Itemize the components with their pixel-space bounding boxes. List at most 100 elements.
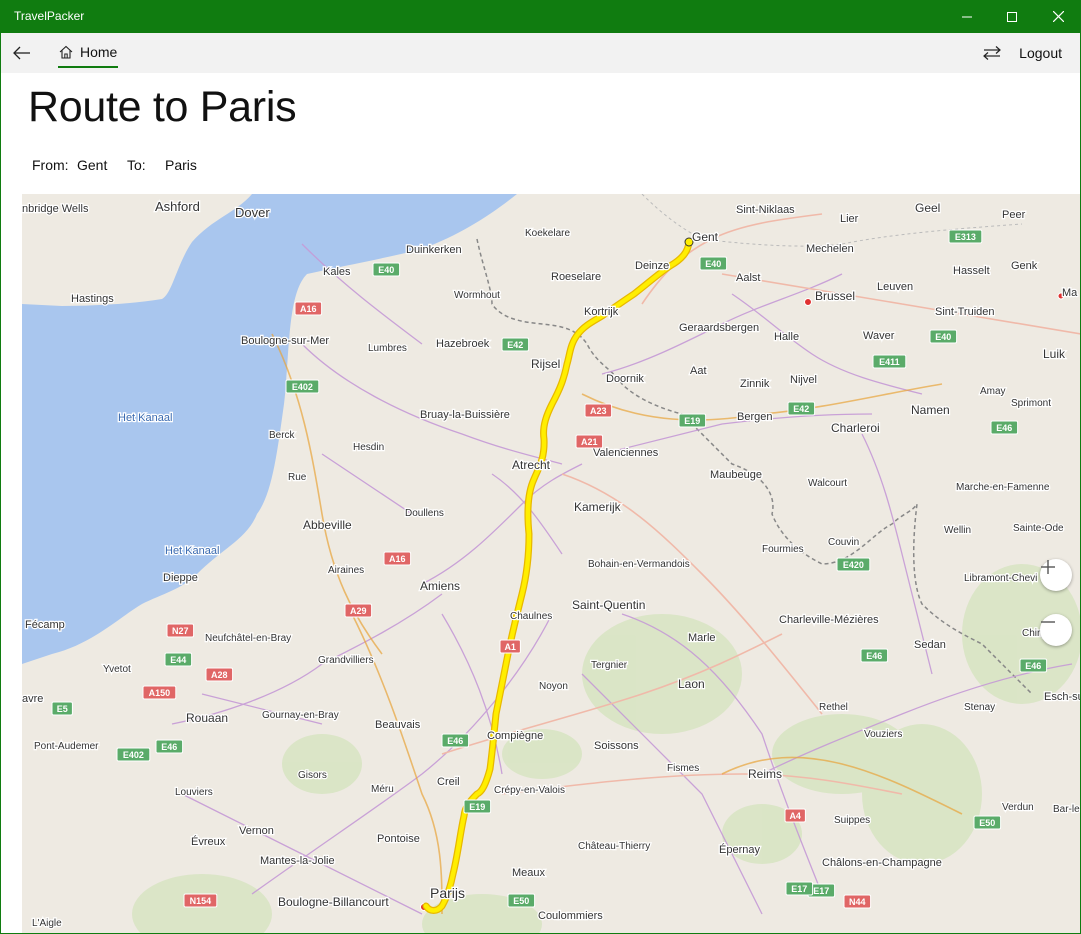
road-shield-label: E411 bbox=[879, 357, 900, 367]
map-label: Deinze bbox=[635, 260, 669, 272]
to-label: To: bbox=[127, 157, 146, 173]
map-label: Hazebroek bbox=[436, 338, 490, 350]
road-shield-label: E402 bbox=[292, 382, 313, 392]
map-label: Luik bbox=[1043, 347, 1066, 361]
map-label: Compiègne bbox=[487, 730, 543, 742]
road-shield: A1 bbox=[499, 639, 521, 654]
title-bar[interactable]: TravelPacker bbox=[1, 0, 1080, 33]
road-shield: N44 bbox=[843, 894, 872, 909]
map-label: Suippes bbox=[834, 815, 870, 826]
road-shield: E44 bbox=[164, 652, 193, 667]
minus-icon bbox=[1041, 621, 1055, 623]
map-label: Épernay bbox=[719, 843, 760, 856]
map-label: Aat bbox=[690, 365, 707, 377]
logout-label: Logout bbox=[1019, 45, 1062, 61]
road-shield-label: E40 bbox=[378, 265, 394, 275]
home-icon bbox=[59, 45, 73, 59]
road-shield: E19 bbox=[463, 799, 492, 814]
road-shield: E313 bbox=[948, 229, 983, 244]
map-label: Walcourt bbox=[808, 478, 847, 489]
map-label: Het Kanaal bbox=[118, 412, 172, 424]
map-label: Meaux bbox=[512, 867, 546, 879]
map-label: Het Kanaal bbox=[165, 545, 219, 557]
road-shield: A4 bbox=[784, 808, 806, 823]
app-window: TravelPacker Home Logout Route to Paris … bbox=[0, 0, 1081, 934]
road-shield-label: E19 bbox=[469, 802, 485, 812]
map-label: Gournay-en-Bray bbox=[262, 710, 339, 721]
road-shield-label: E46 bbox=[996, 423, 1012, 433]
road-shield: A21 bbox=[575, 434, 604, 449]
map-label: Vouziers bbox=[864, 729, 902, 740]
map-label: Beauvais bbox=[375, 719, 421, 731]
zoom-out-button[interactable] bbox=[1040, 614, 1072, 646]
close-icon bbox=[1052, 11, 1064, 22]
map-label: Mechelen bbox=[806, 243, 854, 255]
map-label: Sedan bbox=[914, 639, 946, 651]
map-label: Amiens bbox=[420, 579, 460, 593]
back-button[interactable] bbox=[7, 39, 37, 67]
plus-icon bbox=[1041, 560, 1055, 574]
road-shield: E46 bbox=[441, 733, 470, 748]
map-label: Méru bbox=[371, 784, 394, 795]
map-label: Halle bbox=[774, 331, 799, 343]
map-label: Nijvel bbox=[790, 374, 817, 386]
map-label: Pontoise bbox=[377, 833, 420, 845]
map-label: Koekelare bbox=[525, 228, 570, 239]
map-label: Doornik bbox=[606, 373, 644, 385]
close-button[interactable] bbox=[1035, 0, 1080, 33]
road-shield: E50 bbox=[973, 815, 1002, 830]
maximize-button[interactable] bbox=[989, 0, 1035, 33]
map-label: Verdun bbox=[1002, 802, 1034, 813]
map-label: Boulogne-sur-Mer bbox=[241, 335, 329, 347]
zoom-in-button[interactable] bbox=[1040, 559, 1072, 591]
nav-item-home[interactable]: Home bbox=[58, 38, 119, 68]
road-shield: A16 bbox=[383, 551, 412, 566]
map-label: Bruay-la-Buissière bbox=[420, 409, 510, 421]
road-shield-label: E42 bbox=[507, 340, 523, 350]
road-shield-label: A150 bbox=[149, 688, 171, 698]
map-label: Couvin bbox=[828, 537, 859, 548]
road-shield-label: A16 bbox=[389, 554, 406, 564]
map-label: Louviers bbox=[175, 787, 213, 798]
map-label: L'Aigle bbox=[32, 918, 62, 929]
map-label: Rethel bbox=[819, 702, 848, 713]
map-label: Abbeville bbox=[303, 518, 352, 532]
road-shield-label: E17 bbox=[813, 886, 829, 896]
road-shield: E46 bbox=[1019, 658, 1048, 673]
route-map[interactable]: nbridge Wells Ashford Dover Kales Hastings Bo… bbox=[22, 194, 1081, 934]
map-label: Kamerijk bbox=[574, 500, 622, 514]
road-shield: E46 bbox=[990, 420, 1019, 435]
map-label: Pont-Audemer bbox=[34, 741, 99, 752]
map-label: Tergnier bbox=[591, 660, 628, 671]
map-label: Berck bbox=[269, 430, 296, 441]
map-label: Gisors bbox=[298, 770, 327, 781]
from-value: Gent bbox=[77, 157, 108, 173]
road-shield-label: E313 bbox=[955, 232, 976, 242]
road-shield: A29 bbox=[344, 603, 373, 618]
map-label: Sint-Niklaas bbox=[736, 204, 795, 216]
road-shield-label: E420 bbox=[843, 560, 864, 570]
road-shield: E46 bbox=[155, 739, 184, 754]
minimize-button[interactable] bbox=[944, 0, 990, 33]
map-label: Maubeuge bbox=[710, 469, 762, 481]
map-label: Noyon bbox=[539, 681, 568, 692]
map-label: Ashford bbox=[155, 199, 200, 214]
road-shield-label: N27 bbox=[172, 626, 189, 636]
map-label: Rue bbox=[288, 472, 307, 483]
map-label: Sainte-Ode bbox=[1013, 523, 1064, 534]
map-label: Fourmies bbox=[762, 544, 804, 555]
map-label: Fécamp bbox=[25, 619, 65, 631]
map-label: Esch-sur bbox=[1044, 691, 1081, 703]
logout-button[interactable]: Logout bbox=[983, 38, 1062, 68]
map-canvas[interactable]: nbridge Wells Ashford Dover Kales Hastings Bo… bbox=[22, 194, 1081, 934]
map-label: Kortrijk bbox=[584, 306, 619, 318]
map-label: avre bbox=[22, 693, 43, 705]
road-shield-label: A28 bbox=[211, 670, 228, 680]
map-label: Yvetot bbox=[103, 664, 131, 675]
map-label: Lumbres bbox=[368, 343, 407, 354]
map-label: Hasselt bbox=[953, 265, 990, 277]
map-label: Namen bbox=[911, 403, 950, 417]
map-label: Kales bbox=[323, 266, 351, 278]
road-shield: E40 bbox=[699, 256, 728, 271]
map-label: Amay bbox=[980, 386, 1006, 397]
